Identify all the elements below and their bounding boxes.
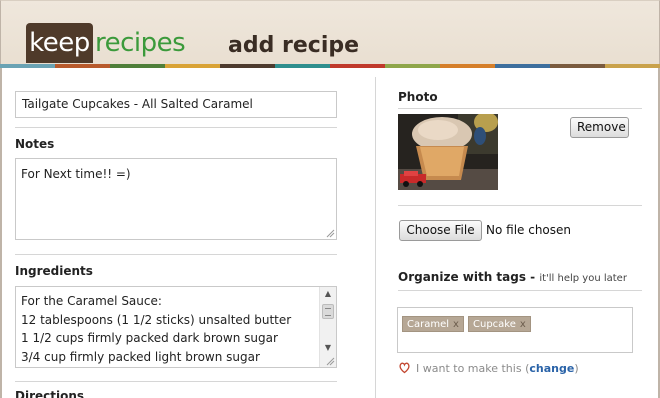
want-to-make-icon[interactable] [399, 361, 410, 374]
site-header: keep recipes add recipe [0, 0, 660, 65]
file-status-text: No file chosen [486, 223, 572, 237]
notes-text: For Next time!! =) [21, 167, 131, 181]
want-to-make-text: I want to make this ( [416, 362, 530, 375]
ingredient-line: 12 tablespoons (1 1/2 sticks) unsalted b… [21, 312, 292, 327]
ingredient-line: For the Caramel Sauce: [21, 294, 162, 308]
ingredients-label: Ingredients [15, 264, 93, 278]
tags-hint: it'll help you later [539, 273, 627, 284]
remove-photo-button[interactable]: Remove [570, 117, 629, 138]
tag-cupcake[interactable]: Cupcake x [468, 316, 531, 332]
cupcake-photo-image [398, 114, 498, 190]
notes-label: Notes [15, 137, 55, 151]
separator [398, 108, 642, 109]
scroll-down-arrow-icon[interactable]: ▼ [320, 341, 336, 355]
separator [15, 381, 337, 382]
recipe-photo [398, 114, 498, 190]
resize-grip-icon[interactable] [326, 357, 335, 366]
photo-label: Photo [398, 90, 438, 104]
tag-remove-icon[interactable]: x [520, 319, 526, 330]
tag-remove-icon[interactable]: x [453, 319, 459, 330]
separator [15, 254, 337, 255]
separator [398, 205, 642, 206]
ingredient-line: 1 1/2 cups firmly packed dark brown suga… [21, 331, 278, 345]
directions-label: Directions [15, 389, 85, 398]
scroll-up-arrow-icon[interactable]: ▲ [320, 287, 336, 301]
separator [398, 290, 642, 291]
tag-label: Caramel [407, 319, 450, 330]
recipe-title-input[interactable]: Tailgate Cupcakes - All Salted Caramel [15, 91, 337, 118]
column-divider [375, 77, 376, 398]
logo-recipes[interactable]: recipes [95, 23, 186, 63]
tag-label: Cupcake [473, 319, 516, 330]
ingredients-scrollbar[interactable]: ▲ ▼ [319, 287, 336, 367]
notes-textarea[interactable]: For Next time!! =) [15, 158, 337, 240]
tags-input[interactable]: Caramel x Cupcake x [397, 307, 633, 353]
ingredients-textarea[interactable]: For the Caramel Sauce: 12 tablespoons (1… [15, 286, 337, 368]
tags-heading-title: Organize with tags - [398, 270, 540, 284]
tags-heading: Organize with tags - it'll help you late… [398, 269, 627, 287]
scroll-thumb[interactable] [322, 304, 334, 319]
separator [15, 127, 337, 128]
logo-keep[interactable]: keep [26, 23, 93, 63]
choose-file-button[interactable]: Choose File [399, 220, 482, 241]
resize-grip-icon[interactable] [326, 229, 335, 238]
page-title: add recipe [228, 33, 360, 58]
tag-caramel[interactable]: Caramel x [402, 316, 464, 332]
change-link[interactable]: change [529, 362, 574, 375]
want-to-make-suffix: ) [574, 362, 579, 375]
want-to-make-line: I want to make this (change) [399, 361, 579, 377]
ingredient-line: 3/4 cup firmly packed light brown sugar [21, 349, 260, 364]
